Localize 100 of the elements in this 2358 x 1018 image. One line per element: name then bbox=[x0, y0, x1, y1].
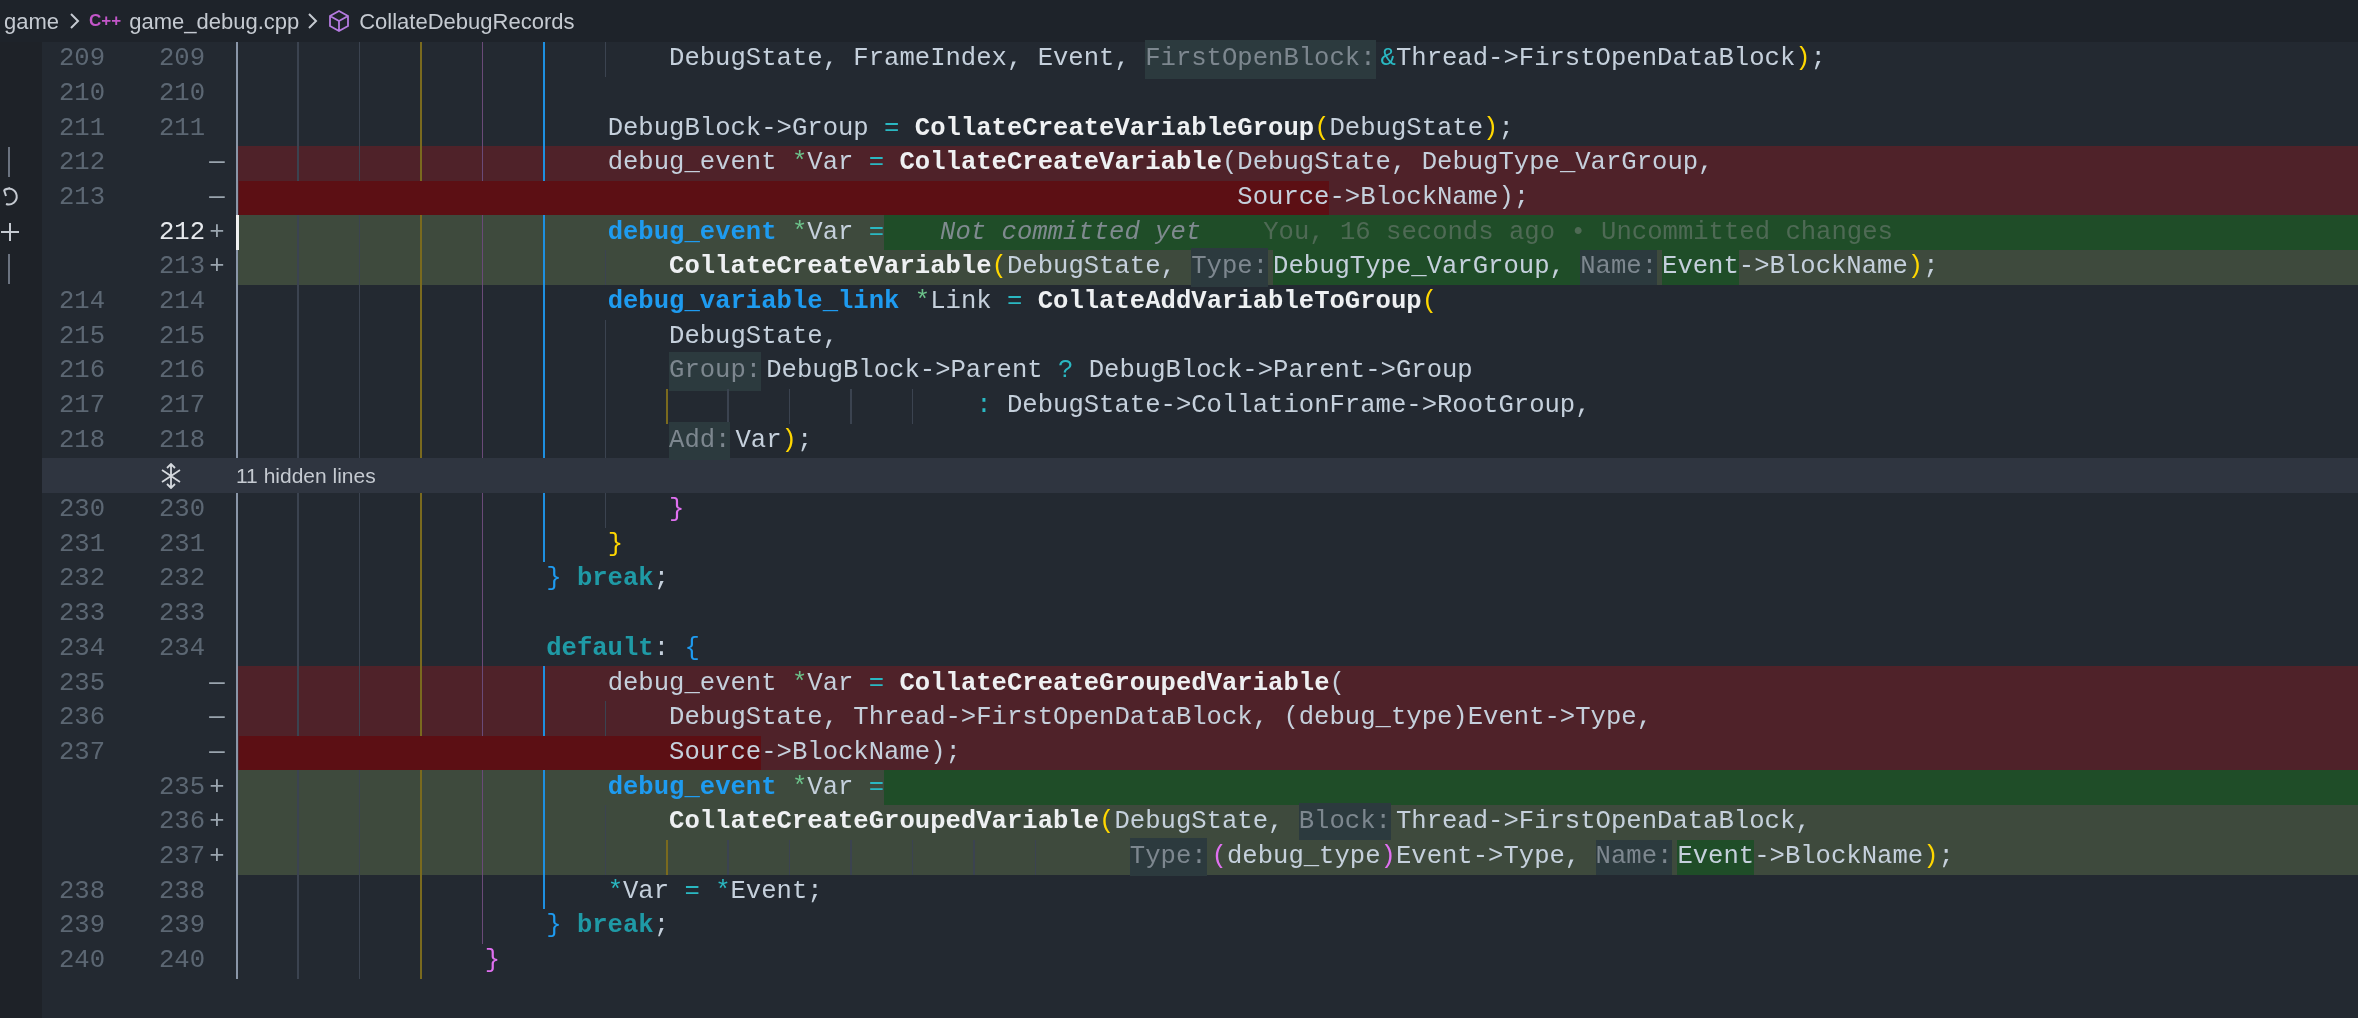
code-text: } bbox=[546, 563, 562, 596]
new-line-number: 215 bbox=[158, 321, 205, 351]
code-text: CollateAddVariableToGroup bbox=[1037, 285, 1422, 318]
code-text: (DebugState, DebugType_VarGroup, bbox=[1222, 147, 1714, 180]
diff-marker: + bbox=[209, 841, 225, 871]
code-text: ; bbox=[796, 424, 813, 457]
code-text: DebugState, bbox=[1114, 806, 1285, 839]
parameter-hint: Add: bbox=[669, 421, 731, 461]
new-line-number: 232 bbox=[158, 564, 205, 594]
code-text: Link bbox=[930, 285, 993, 318]
code-text: * bbox=[791, 216, 808, 249]
old-line-number: 216 bbox=[58, 356, 105, 386]
code-text: = bbox=[684, 875, 700, 908]
file-type-label: C++ bbox=[89, 10, 122, 33]
code-text: Thread->FirstOpenDataBlock bbox=[1395, 43, 1796, 76]
new-line-number: 209 bbox=[158, 44, 205, 74]
old-line-number: 234 bbox=[58, 633, 105, 663]
code-text: ( bbox=[1314, 112, 1330, 145]
code-text: Var bbox=[735, 424, 782, 457]
old-line-number: 230 bbox=[58, 495, 105, 525]
old-line-number: 233 bbox=[58, 599, 105, 629]
new-line-number: 218 bbox=[158, 425, 205, 455]
new-line-number: 210 bbox=[158, 78, 205, 108]
code-text: DebugState, bbox=[669, 320, 838, 353]
code-text: ? bbox=[1058, 355, 1074, 388]
code-text: Var bbox=[807, 147, 855, 180]
code-text: debug_event bbox=[607, 216, 777, 249]
plus-icon[interactable] bbox=[0, 222, 20, 242]
old-line-number: 209 bbox=[58, 44, 105, 74]
cube-icon bbox=[327, 9, 352, 33]
code-text: ( bbox=[1329, 667, 1345, 700]
new-line-number: 217 bbox=[158, 391, 205, 421]
diff-marker: + bbox=[209, 217, 225, 247]
code-text: } bbox=[669, 494, 685, 527]
diff-marker: + bbox=[209, 252, 225, 282]
code-text: * bbox=[607, 875, 623, 908]
unfold-icon[interactable] bbox=[160, 462, 182, 489]
code-text: Event bbox=[1677, 839, 1755, 875]
parameter-hint: Block: bbox=[1298, 803, 1391, 842]
code-text: Var bbox=[807, 216, 855, 249]
code-text: * bbox=[715, 875, 731, 908]
code-text: = bbox=[868, 667, 885, 700]
breadcrumb-folder[interactable]: game bbox=[2, 4, 62, 38]
code-text: : bbox=[976, 390, 992, 423]
old-line-number: 239 bbox=[58, 911, 105, 941]
code-text: = bbox=[868, 771, 885, 804]
code-text: ->BlockName); bbox=[761, 736, 961, 769]
code-text: ) bbox=[781, 424, 797, 457]
code-text: Thread->FirstOpenDataBlock, bbox=[1395, 806, 1811, 839]
code-text: = bbox=[884, 112, 900, 145]
code-text: DebugBlock->Parent->Group bbox=[1088, 355, 1473, 388]
new-line-number: 234 bbox=[158, 633, 205, 663]
code-text: * bbox=[791, 147, 808, 180]
code-text: break bbox=[576, 563, 654, 596]
code-text: ( bbox=[991, 251, 1007, 284]
code-text: ) bbox=[1907, 251, 1924, 284]
code-text: ->BlockName); bbox=[1329, 181, 1530, 214]
code-text: CollateCreateGroupedVariable bbox=[669, 806, 1100, 839]
code-text: ; bbox=[653, 910, 670, 943]
new-line-number: 214 bbox=[158, 286, 205, 316]
code-text: break bbox=[576, 910, 654, 943]
code-text: Var bbox=[807, 771, 855, 804]
code-text: DebugState->CollationFrame->RootGroup, bbox=[1006, 390, 1591, 423]
code-text: ) bbox=[1380, 840, 1396, 873]
diff-marker: — bbox=[209, 668, 225, 698]
old-line-number: 212 bbox=[58, 148, 105, 178]
code-text: Var bbox=[623, 875, 671, 908]
new-line-number: 233 bbox=[158, 599, 205, 629]
code-text: Event bbox=[1662, 250, 1739, 285]
hidden-lines-label[interactable]: 11 hidden lines bbox=[236, 459, 376, 492]
parameter-hint: Name: bbox=[1595, 839, 1673, 875]
old-line-number: 232 bbox=[58, 564, 105, 594]
code-text: * bbox=[914, 285, 931, 318]
code-text: default bbox=[546, 632, 654, 665]
code-text: debug_variable_link bbox=[607, 285, 900, 318]
breadcrumb-symbol[interactable]: CollateDebugRecords bbox=[359, 4, 575, 38]
code-text: debug_type bbox=[1226, 840, 1381, 873]
code-text: CollateCreateVariableGroup bbox=[914, 112, 1315, 145]
diff-marker: + bbox=[209, 807, 225, 837]
old-line-number: 217 bbox=[58, 391, 105, 421]
code-text: ( bbox=[1211, 840, 1227, 873]
chevron-right-icon bbox=[69, 12, 82, 30]
code-text: * bbox=[791, 667, 808, 700]
new-line-number: 231 bbox=[158, 529, 205, 559]
code-text: Source bbox=[239, 735, 762, 771]
diff-marker: — bbox=[209, 148, 225, 178]
old-line-number: 214 bbox=[58, 286, 105, 316]
diff-marker: — bbox=[209, 703, 225, 733]
old-line-number: 211 bbox=[58, 113, 105, 143]
old-line-number: 240 bbox=[58, 946, 105, 976]
code-text: & bbox=[1380, 43, 1396, 76]
code-text: } bbox=[546, 910, 562, 943]
code-text: ( bbox=[1099, 806, 1115, 839]
new-line-number: 211 bbox=[158, 113, 205, 143]
code-text: } bbox=[484, 945, 501, 978]
parameter-hint: Type: bbox=[1191, 248, 1269, 287]
code-text: ) bbox=[1483, 112, 1499, 145]
breadcrumb-file[interactable]: game_debug.cpp bbox=[129, 4, 300, 38]
new-line-number: 239 bbox=[158, 911, 205, 941]
code-text: DebugState, bbox=[1006, 251, 1177, 284]
